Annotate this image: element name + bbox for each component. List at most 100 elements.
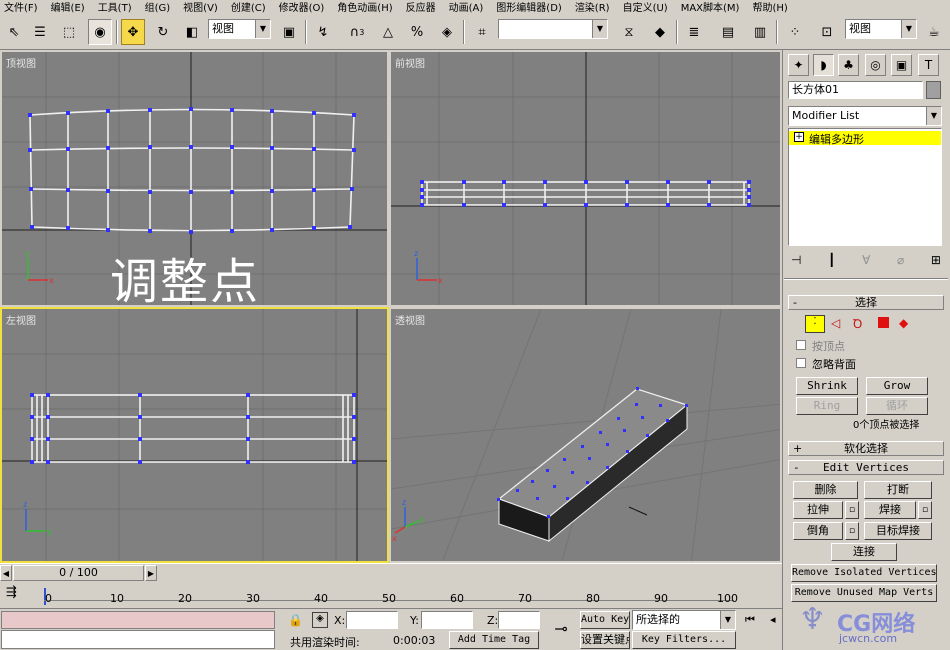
select-scale-icon[interactable]: ◧ xyxy=(180,19,204,45)
key-filters-button[interactable]: Key Filters... xyxy=(632,631,736,649)
menu-help[interactable]: 帮助(H) xyxy=(752,0,787,14)
percent-snap-icon[interactable]: % xyxy=(405,19,429,45)
modifier-stack[interactable]: + 编辑多边形 xyxy=(788,128,942,246)
loop-button[interactable]: 循环 xyxy=(866,397,928,415)
shrink-button[interactable]: Shrink xyxy=(796,377,858,395)
motion-tab-icon[interactable]: ◎ xyxy=(865,54,886,76)
by-vertex-checkbox[interactable] xyxy=(796,340,806,350)
time-next-icon[interactable]: ▶ xyxy=(145,565,157,581)
z-coordinate-field[interactable] xyxy=(498,611,540,629)
menu-file[interactable]: 文件(F) xyxy=(4,0,38,14)
hierarchy-tab-icon[interactable]: ♣ xyxy=(838,54,859,76)
configure-modifier-icon[interactable]: ⊞ xyxy=(931,253,941,273)
add-time-tag-button[interactable]: Add Time Tag xyxy=(449,631,539,649)
lock-icon[interactable]: 🔒 xyxy=(288,613,303,627)
pivot-icon[interactable]: ▣ xyxy=(277,19,301,45)
prev-frame-icon[interactable]: ◂ xyxy=(770,613,776,626)
selection-rollout-header[interactable]: - 选择 xyxy=(788,295,944,310)
time-slider-thumb[interactable]: 0 / 100 xyxy=(13,565,144,581)
ring-button[interactable]: Ring xyxy=(796,397,858,415)
spinner-snap-icon[interactable]: ◈ xyxy=(435,19,459,45)
utilities-tab-icon[interactable]: T xyxy=(918,54,939,76)
create-tab-icon[interactable]: ✦ xyxy=(788,54,809,76)
curve-editor-icon[interactable]: ▤ xyxy=(716,19,740,45)
expand-icon[interactable]: + xyxy=(794,132,804,142)
modify-tab-icon[interactable]: ◗ xyxy=(813,54,834,76)
viewport-front-label[interactable]: 前视图 xyxy=(395,55,425,70)
make-unique-icon[interactable]: ∀ xyxy=(862,253,870,273)
selected-combo[interactable]: 所选择的 ▼ xyxy=(632,610,736,630)
menu-tools[interactable]: 工具(T) xyxy=(98,0,132,14)
vertices[interactable] xyxy=(28,107,356,234)
y-coordinate-field[interactable] xyxy=(421,611,473,629)
material-editor-icon[interactable]: ⁘ xyxy=(783,19,807,45)
show-end-result-icon[interactable]: ┃ xyxy=(828,253,835,273)
select-move-icon[interactable]: ✥ xyxy=(121,19,145,45)
menu-edit[interactable]: 编辑(E) xyxy=(51,0,85,14)
named-selection-combo[interactable]: ▼ xyxy=(498,19,608,39)
menu-create[interactable]: 创建(C) xyxy=(231,0,266,14)
view-combo[interactable]: 视图 ▼ xyxy=(208,19,271,39)
menu-animation[interactable]: 动画(A) xyxy=(449,0,484,14)
chamfer-settings-icon[interactable]: ▫ xyxy=(845,522,859,540)
element-mode-icon[interactable]: ◆ xyxy=(899,316,908,330)
select-by-name-icon[interactable]: ☰ xyxy=(28,19,52,45)
window-crossing-icon[interactable]: ◉ xyxy=(88,19,112,45)
pin-stack-icon[interactable]: ⊣ xyxy=(791,253,801,273)
soft-selection-rollout-header[interactable]: + 软化选择 xyxy=(788,441,944,456)
display-tab-icon[interactable]: ▣ xyxy=(891,54,912,76)
polygon-mode-icon[interactable] xyxy=(878,317,889,328)
weld-button[interactable]: 焊接 xyxy=(864,501,916,519)
weld-settings-icon[interactable]: ▫ xyxy=(918,501,932,519)
snap-toggle-icon[interactable]: ∩ 3 xyxy=(345,19,369,45)
extrude-button[interactable]: 拉伸 xyxy=(793,501,843,519)
goto-start-icon[interactable]: ⏮ xyxy=(745,613,755,627)
mirror-icon[interactable]: ⧖ xyxy=(617,19,641,45)
schematic-view-icon[interactable]: ▥ xyxy=(748,19,772,45)
border-mode-icon[interactable]: Ꝺ xyxy=(853,315,862,332)
select-rotate-icon[interactable]: ↻ xyxy=(151,19,175,45)
ignore-backfacing-checkbox[interactable] xyxy=(796,358,806,368)
menu-views[interactable]: 视图(V) xyxy=(183,0,218,14)
edit-vertices-rollout-header[interactable]: - Edit Vertices xyxy=(788,460,944,475)
viewport-left-label[interactable]: 左视图 xyxy=(6,312,36,327)
object-name-field[interactable]: 长方体01 xyxy=(788,81,923,99)
edit-named-sel-icon[interactable]: ⌗ xyxy=(470,19,494,45)
viewport-top-label[interactable]: 顶视图 xyxy=(6,55,36,70)
menu-rendering[interactable]: 渲染(R) xyxy=(575,0,610,14)
viewport-top[interactable]: 顶视图 y x 调整点 xyxy=(0,50,389,307)
edge-mode-icon[interactable]: ◁ xyxy=(831,316,840,330)
quick-render-icon[interactable]: ☕ xyxy=(922,19,946,45)
select-link-icon[interactable]: ↯ xyxy=(311,19,335,45)
menu-customize[interactable]: 自定义(U) xyxy=(623,0,668,14)
layer-manager-icon[interactable]: ≣ xyxy=(682,19,706,45)
viewport-front[interactable]: 前视图 z x xyxy=(389,50,782,307)
viewport-left[interactable]: 左视图 z y xyxy=(0,307,389,563)
set-key-icon[interactable]: ⊸ xyxy=(544,619,578,645)
auto-key-button[interactable]: Auto Key xyxy=(580,611,630,629)
absolute-mode-icon[interactable]: ◈ xyxy=(312,612,328,628)
track-bar-menu-icon[interactable]: ⇶ xyxy=(6,585,32,603)
viewport-perspective[interactable]: 透视图 z y x xyxy=(389,307,782,563)
remove-modifier-icon[interactable]: ⌀ xyxy=(897,253,904,273)
track-bar[interactable]: ⇶ 0 10 20 30 40 50 60 70 80 90 100 xyxy=(0,581,782,608)
remove-button[interactable]: 删除 xyxy=(793,481,858,499)
chamfer-button[interactable]: 倒角 xyxy=(793,522,843,540)
menu-group[interactable]: 组(G) xyxy=(145,0,171,14)
reference-coord-combo[interactable]: 视图 ▼ xyxy=(845,19,917,39)
align-icon[interactable]: ◆ xyxy=(648,19,672,45)
menu-reactor[interactable]: 反应器 xyxy=(406,0,436,14)
extrude-settings-icon[interactable]: ▫ xyxy=(845,501,859,519)
maxscript-listener-bottom[interactable] xyxy=(1,630,275,649)
menu-maxscript[interactable]: MAX脚本(M) xyxy=(681,0,740,14)
track-ruler[interactable]: 0 10 20 30 40 50 60 70 80 90 100 xyxy=(44,583,744,605)
object-color-swatch[interactable] xyxy=(926,81,941,99)
connect-button[interactable]: 连接 xyxy=(831,543,897,561)
vertex-mode-icon[interactable]: ⁚ xyxy=(805,315,825,333)
maxscript-listener-top[interactable] xyxy=(1,611,275,629)
time-prev-icon[interactable]: ◀ xyxy=(0,565,12,581)
angle-snap-icon[interactable]: △ xyxy=(376,19,400,45)
select-object-icon[interactable]: ⇖ xyxy=(2,19,26,45)
render-scene-icon[interactable]: ⊡ xyxy=(815,19,839,45)
break-button[interactable]: 打断 xyxy=(864,481,932,499)
